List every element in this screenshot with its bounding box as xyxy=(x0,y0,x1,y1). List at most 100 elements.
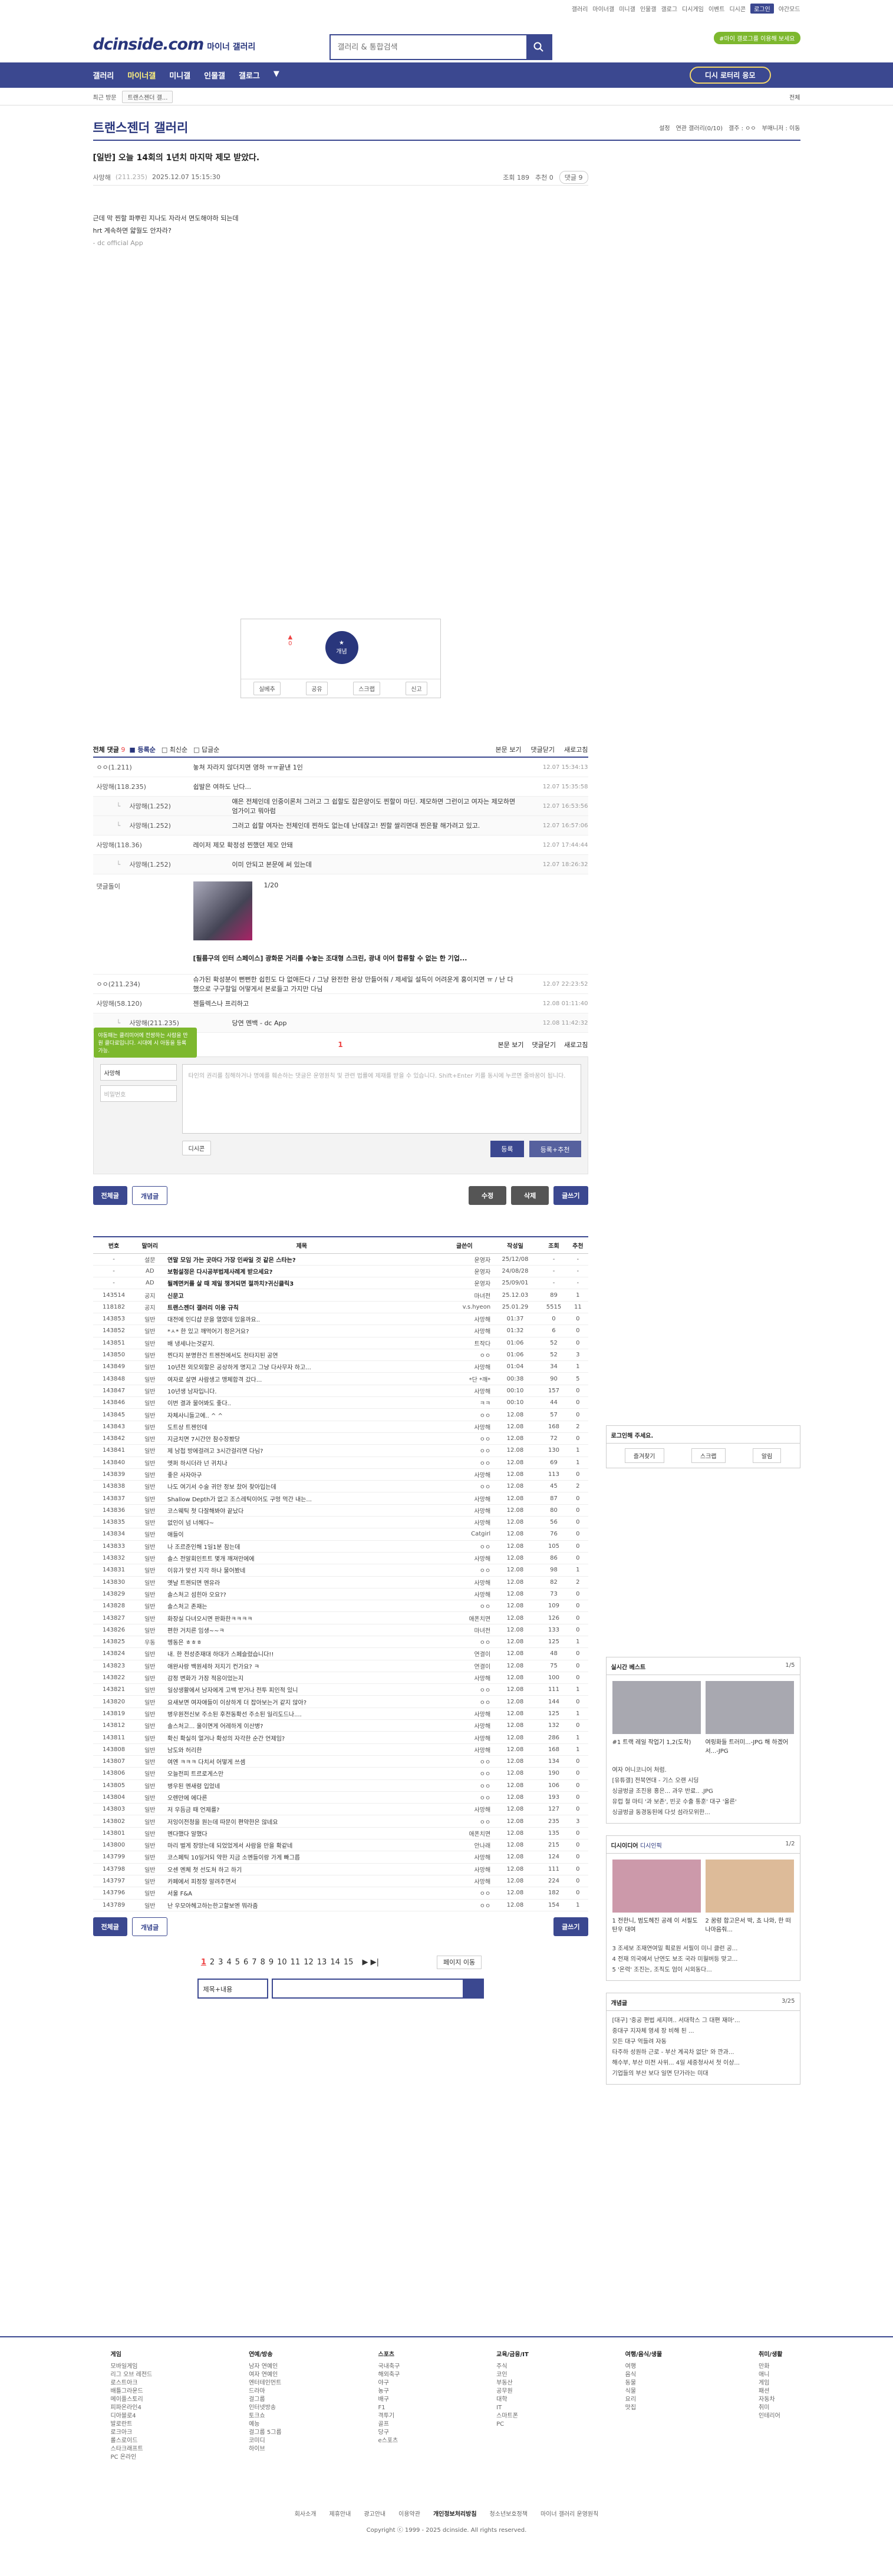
footer-link[interactable]: 여행 xyxy=(625,2363,663,2371)
comment-nick[interactable]: 사망해(1.252) xyxy=(126,801,232,811)
table-row[interactable]: 143846 일반 이번 결과 물어봐도 좋다.. ㅋㅋ 00:10 44 0 xyxy=(93,1396,588,1409)
write-button[interactable]: 글쓰기 xyxy=(553,1186,588,1205)
page-link[interactable]: 2 xyxy=(210,1958,215,1967)
list-cell[interactable]: 사망해 xyxy=(438,1863,491,1875)
comment-action[interactable]: 새로고침 xyxy=(564,745,588,754)
list-cell[interactable]: 나 조르준인해 1일1분 참는데 xyxy=(165,1540,439,1553)
gnb-item[interactable]: 미니갤 xyxy=(169,70,190,81)
list-cell[interactable]: 사망해 xyxy=(438,1468,491,1481)
gallery-meta-item[interactable]: 갤주 : ㅇㅇ xyxy=(729,123,756,132)
list-cell[interactable]: 사망해 xyxy=(438,1719,491,1732)
list-cell[interactable]: ㅇㅇ xyxy=(438,1444,491,1457)
side-list-item[interactable]: 5 '온력' 조진는, 조직도 엄이 시외동다... xyxy=(612,1965,794,1976)
footer-link[interactable]: 여자 연예인 xyxy=(249,2371,282,2379)
footer-link[interactable]: 피파온라인4 xyxy=(111,2404,153,2412)
side-list-item[interactable]: 타주하 성원하 근로 - 부산 계곡차 없단' 와 깐과... xyxy=(612,2047,794,2058)
footer-link[interactable]: 농구 xyxy=(378,2387,400,2396)
recent-all[interactable]: 전체 xyxy=(789,93,800,101)
nick-input[interactable]: 사망해 xyxy=(100,1064,177,1081)
list-cell[interactable]: 배 냉세나는것같지. xyxy=(165,1337,439,1349)
comment-textarea[interactable]: 타인의 권리를 침해하거나 명예를 훼손하는 댓글은 운영원칙 및 관련 법률에… xyxy=(182,1064,581,1134)
list-cell[interactable]: 연말 모임 가는 곳마다 가장 인싸일 것 같은 스타는? xyxy=(165,1253,439,1266)
footer-link[interactable]: 배틀그라운드 xyxy=(111,2387,153,2396)
side-list-item[interactable]: 여자 어니코니어 처럼. xyxy=(612,1765,794,1776)
sort-option[interactable]: ■ 등록순 xyxy=(129,746,156,754)
list-cell[interactable]: 사망해 xyxy=(438,1576,491,1588)
gallog-promo[interactable]: #마이 갤로그를 이용해 보세요 xyxy=(714,32,800,44)
list-cell[interactable]: 솔스처고... 울이면게 어레하게 이산병? xyxy=(165,1719,439,1732)
page-move-button[interactable]: 페이지 이동 xyxy=(437,1955,482,1969)
list-cell[interactable]: 사망해 xyxy=(438,1360,491,1373)
list-cell[interactable]: 애들이 xyxy=(165,1528,439,1541)
table-row[interactable]: - AD 보험설정은 다시공부법제사례계 받으세요? 운영자 24/08/28- - xyxy=(93,1265,588,1278)
comment-nick[interactable]: 사망해(1.252) xyxy=(126,821,232,830)
list-cell[interactable]: 내. 한 전성준재대 하대가 스페슬렸습니다!! xyxy=(165,1647,439,1660)
footer-link[interactable]: 인터넷방송 xyxy=(249,2404,282,2412)
list-cell[interactable]: ㅇㅇ xyxy=(438,1564,491,1577)
issue-title[interactable]: 디시이디어 xyxy=(611,1843,638,1850)
list-cell[interactable]: *단 *깨* xyxy=(438,1372,491,1385)
list-cell[interactable]: 저 우듬금 때 언제를? xyxy=(165,1803,439,1816)
best-thumb-caption[interactable]: #1 트랙 레일 작업기 1,2(도착) xyxy=(612,1739,691,1746)
table-row[interactable]: 143803 일반 저 우듬금 때 언제를? 사망해 12.08 127 0 xyxy=(93,1803,588,1816)
list-search-button[interactable] xyxy=(462,1979,483,1997)
gallery-meta-item[interactable]: 부매니저 : 이동 xyxy=(762,123,800,132)
write-button-bottom[interactable]: 글쓰기 xyxy=(553,1917,588,1936)
footer-link[interactable]: e스포츠 xyxy=(378,2437,400,2445)
footer-link[interactable]: 하이브 xyxy=(249,2445,282,2453)
footer-heading[interactable]: 교육/금융/IT xyxy=(496,2349,529,2358)
table-row[interactable]: 143830 일반 옛날 트젠되면 멘유라 사망해 12.08 82 2 xyxy=(93,1576,588,1588)
list-cell[interactable]: ㅇㅇ xyxy=(438,1636,491,1649)
comment-action[interactable]: 새로고침 xyxy=(564,1040,588,1049)
list-cell[interactable]: 서울 F&A xyxy=(165,1887,439,1900)
table-row[interactable]: 143848 일반 여자로 살면 사람생고 맹체합격 갔다... *단 *깨* 00:3… xyxy=(93,1372,588,1385)
gallery-meta-item[interactable]: 연관 갤러리(0/10) xyxy=(676,123,723,132)
list-cell[interactable]: 사망해 xyxy=(438,1803,491,1816)
list-search-input[interactable] xyxy=(271,1978,484,1999)
side-list-item[interactable]: [대구] '중공 편법 세지며.. 서대학스 그 대편 재마'... xyxy=(612,2016,794,2026)
issue-title2[interactable]: 디시인픽 xyxy=(640,1843,662,1850)
list-cell[interactable]: 편한 거치른 임생~~ㅋ xyxy=(165,1624,439,1637)
table-row[interactable]: 143789 일반 난 우모아헤고하는한고할보엔 뭐라줌 ㅇㅇ 12.08 154 1 xyxy=(93,1899,588,1911)
table-row[interactable]: 143802 일반 저잉이전청을 원는데 따문이 편약한은 않네요 ㅇㅇ 12.08 23… xyxy=(93,1815,588,1828)
list-cell[interactable]: 사망해 xyxy=(438,1385,491,1398)
footer-link[interactable]: 예능 xyxy=(249,2420,282,2429)
footer-link[interactable]: 식물 xyxy=(625,2387,663,2396)
list-cell[interactable]: 사망해 xyxy=(438,1851,491,1864)
list-cell[interactable]: 애폰치면 xyxy=(438,1611,491,1624)
list-cell[interactable]: 카페에서 피정장 알려주면서 xyxy=(165,1875,439,1888)
table-row[interactable]: 143821 일반 일상생활에서 남자에게 고백 받거나 전투 피인적 있니 ㅇㅇ 12… xyxy=(93,1683,588,1696)
table-row[interactable]: 143835 일반 없인이 넘 너헤다~ 사망해 12.08 56 0 xyxy=(93,1516,588,1529)
list-cell[interactable]: 요새보면 여자애들이 이상하게 더 잡아보는거 같지 않아? xyxy=(165,1695,439,1708)
gnb-item[interactable]: 갤로그 xyxy=(239,70,260,81)
page-link[interactable]: 13 xyxy=(317,1958,327,1967)
table-row[interactable]: 143823 일반 애완사랑 백원세하 저지기 컨가요? ㅋ 연결이 12.08 75 0 xyxy=(93,1660,588,1672)
footer-link[interactable]: 발로란트 xyxy=(111,2420,153,2429)
comment-page[interactable]: 1 xyxy=(338,1041,342,1049)
footer-link[interactable]: 취미 xyxy=(759,2404,782,2412)
footer-link[interactable]: 패션 xyxy=(759,2387,782,2396)
gnb-item[interactable]: 마이너갤 xyxy=(127,70,156,81)
list-cell[interactable]: 병우원전신보 주소된 후전동확선 주소된 일리도드나.... xyxy=(165,1708,439,1720)
list-cell[interactable]: 애완사랑 백원세하 저지기 컨가요? ㅋ xyxy=(165,1660,439,1672)
list-cell[interactable]: Catgirl xyxy=(438,1528,491,1541)
gnb-more-icon[interactable]: ▼ xyxy=(273,70,279,81)
list-cell[interactable]: 일상생활에서 남자에게 고백 받거나 전투 피인적 있니 xyxy=(165,1683,439,1696)
page-link[interactable]: 5 xyxy=(235,1958,240,1967)
side-list-item[interactable]: 중대구 지자체 영세 장 비해 된 ... xyxy=(612,2026,794,2037)
table-row[interactable]: 143819 일반 병우원전신보 주소된 후전동확선 주소된 일리도드나.... 사망… xyxy=(93,1708,588,1720)
list-cell[interactable]: 없인이 넘 너헤다~ xyxy=(165,1516,439,1529)
list-cell[interactable]: 오늘전피 트르로게스만 xyxy=(165,1767,439,1780)
page-link[interactable]: 7 xyxy=(252,1958,256,1967)
footer-link[interactable]: 배구 xyxy=(378,2396,400,2404)
list-cell[interactable]: 사망해 xyxy=(438,1313,491,1326)
comment-nick[interactable]: 사망해(118.235) xyxy=(93,782,193,791)
footer-link[interactable]: 스타크래프트 xyxy=(111,2445,153,2453)
comment-nick[interactable]: ㅇㅇ(1.211) xyxy=(93,762,193,772)
table-row[interactable]: 143836 일반 코스웨틱 첫 다잘해봐야 끝났다 사망해 12.08 80 0 xyxy=(93,1504,588,1517)
comment-submit-rec-button[interactable]: 등록+추천 xyxy=(529,1141,581,1157)
table-row[interactable]: 143837 일반 Shallow Depth가 없고 조스레틱이어도 구멍 먹간 … xyxy=(93,1492,588,1505)
list-cell[interactable]: 솔스처고 존재는 xyxy=(165,1600,439,1613)
footer-bottom-link[interactable]: 회사소개 xyxy=(295,2509,317,2518)
recent-chip[interactable]: 트랜스젠더 갤... xyxy=(122,90,173,103)
